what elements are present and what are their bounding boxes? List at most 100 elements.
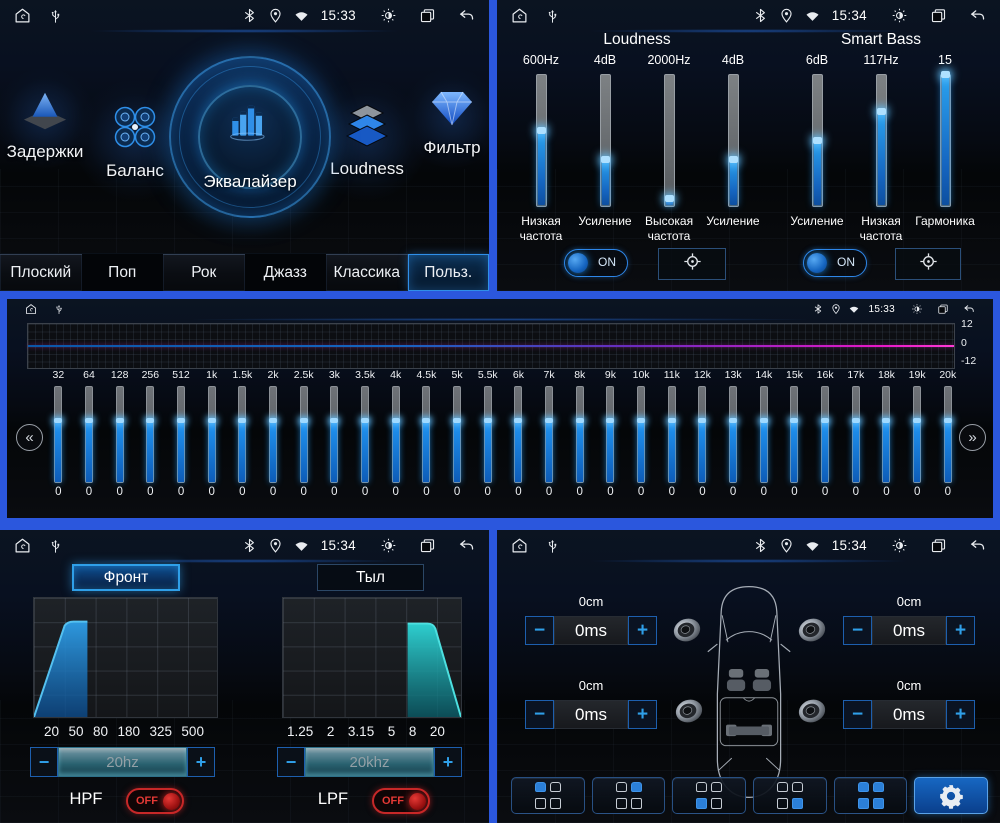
band-slider[interactable] [422, 386, 431, 483]
seat-front-right-button[interactable] [591, 777, 666, 814]
band-slider[interactable] [943, 386, 952, 483]
band-slider[interactable] [790, 386, 799, 483]
hpf-decrease-button[interactable]: − [30, 747, 58, 777]
band-slider[interactable] [729, 386, 738, 483]
band-slider[interactable] [299, 386, 308, 483]
tab-rear[interactable]: Тыл [317, 564, 424, 591]
recents-icon[interactable] [930, 537, 947, 554]
band-slider[interactable] [545, 386, 554, 483]
delay-decrease-button[interactable]: − [525, 616, 554, 645]
brightness-icon[interactable] [891, 537, 908, 554]
toggle-knob [807, 252, 827, 273]
slider-track[interactable] [599, 74, 611, 207]
band-slider[interactable] [54, 386, 63, 483]
band-slider[interactable] [575, 386, 584, 483]
slider-track[interactable] [939, 71, 951, 207]
band-slider[interactable] [391, 386, 400, 483]
settings-button[interactable] [914, 777, 989, 814]
preset-tab-3[interactable]: Джазз [245, 254, 327, 291]
seat-rear-left-button[interactable] [672, 777, 747, 814]
hpf-off-toggle[interactable]: OFF [126, 788, 184, 814]
hpf-frequency-value[interactable]: 20hz [58, 747, 187, 777]
smart-bass-reset-button[interactable] [895, 248, 961, 280]
band-slider[interactable] [637, 386, 646, 483]
back-icon[interactable] [969, 7, 986, 24]
delay-decrease-button[interactable]: − [843, 700, 872, 729]
lpf-increase-button[interactable]: + [434, 747, 462, 777]
band-slider[interactable] [207, 386, 216, 483]
delay-decrease-button[interactable]: − [843, 616, 872, 645]
home-icon[interactable] [25, 303, 37, 315]
carousel-item-delays[interactable]: Задержки [0, 90, 95, 162]
lpf-decrease-button[interactable]: − [277, 747, 305, 777]
bands-scroll-left-button[interactable]: « [16, 424, 43, 451]
band-slider[interactable] [177, 386, 186, 483]
preset-tab-0[interactable]: Плоский [0, 254, 82, 291]
recents-icon[interactable] [419, 7, 436, 24]
recents-icon[interactable] [937, 303, 949, 315]
band-slider[interactable] [821, 386, 830, 483]
home-icon[interactable] [14, 537, 31, 554]
seat-all-button[interactable] [833, 777, 908, 814]
home-icon[interactable] [14, 7, 31, 24]
carousel-item-loudness[interactable]: Loudness [318, 103, 416, 179]
brightness-icon[interactable] [891, 7, 908, 24]
preset-tab-2[interactable]: Рок [163, 254, 245, 291]
band-slider[interactable] [514, 386, 523, 483]
band-slider[interactable] [146, 386, 155, 483]
recents-icon[interactable] [930, 7, 947, 24]
bands-scroll-right-button[interactable]: » [959, 424, 986, 451]
band-slider[interactable] [759, 386, 768, 483]
preset-tab-5[interactable]: Польз. [407, 254, 489, 291]
band-slider[interactable] [330, 386, 339, 483]
carousel-item-filter[interactable]: Фильтр [405, 88, 489, 158]
band-slider[interactable] [913, 386, 922, 483]
lpf-frequency-value[interactable]: 20khz [305, 747, 434, 777]
home-icon[interactable] [511, 537, 528, 554]
slider-track[interactable] [663, 74, 675, 207]
slider-track[interactable] [727, 74, 739, 207]
band-slider[interactable] [453, 386, 462, 483]
brightness-icon[interactable] [380, 537, 397, 554]
delay-increase-button[interactable]: + [628, 700, 657, 729]
seat-rear-right-button[interactable] [753, 777, 827, 814]
brightness-icon[interactable] [380, 7, 397, 24]
lpf-off-toggle[interactable]: OFF [372, 788, 430, 814]
smart-bass-on-toggle[interactable]: ON [803, 249, 867, 277]
delay-increase-button[interactable]: + [946, 616, 975, 645]
band-slider[interactable] [115, 386, 124, 483]
section-title-smart-bass: Smart Bass [840, 31, 922, 48]
back-icon[interactable] [458, 537, 475, 554]
band-slider[interactable] [851, 386, 860, 483]
band-slider[interactable] [85, 386, 93, 483]
band-slider[interactable] [606, 386, 615, 483]
band-slider[interactable] [483, 386, 492, 483]
band-value: 0 [791, 486, 798, 498]
back-icon[interactable] [458, 7, 475, 24]
loudness-on-toggle[interactable]: ON [564, 249, 628, 277]
brightness-icon[interactable] [911, 303, 923, 315]
band-slider[interactable] [698, 386, 707, 483]
band-slider[interactable] [238, 386, 247, 483]
band-slider[interactable] [882, 386, 891, 483]
slider-track[interactable] [535, 74, 547, 207]
preset-tab-4[interactable]: Классика [326, 254, 408, 291]
delay-increase-button[interactable]: + [628, 616, 657, 645]
band-slider[interactable] [361, 386, 370, 483]
preset-tab-1[interactable]: Поп [82, 254, 164, 291]
back-icon[interactable] [969, 537, 986, 554]
carousel-item-equalizer[interactable]: Эквалайзер [169, 56, 331, 218]
recents-icon[interactable] [419, 537, 436, 554]
delay-increase-button[interactable]: + [946, 700, 975, 729]
delay-decrease-button[interactable]: − [525, 700, 554, 729]
loudness-reset-button[interactable] [658, 248, 726, 280]
home-icon[interactable] [511, 7, 528, 24]
tab-front[interactable]: Фронт [72, 564, 180, 591]
band-slider[interactable] [269, 386, 278, 483]
band-slider[interactable] [667, 386, 676, 483]
slider-track[interactable] [811, 74, 823, 207]
slider-track[interactable] [875, 74, 887, 207]
back-icon[interactable] [963, 303, 975, 315]
seat-front-left-button[interactable] [511, 777, 585, 814]
hpf-increase-button[interactable]: + [187, 747, 215, 777]
